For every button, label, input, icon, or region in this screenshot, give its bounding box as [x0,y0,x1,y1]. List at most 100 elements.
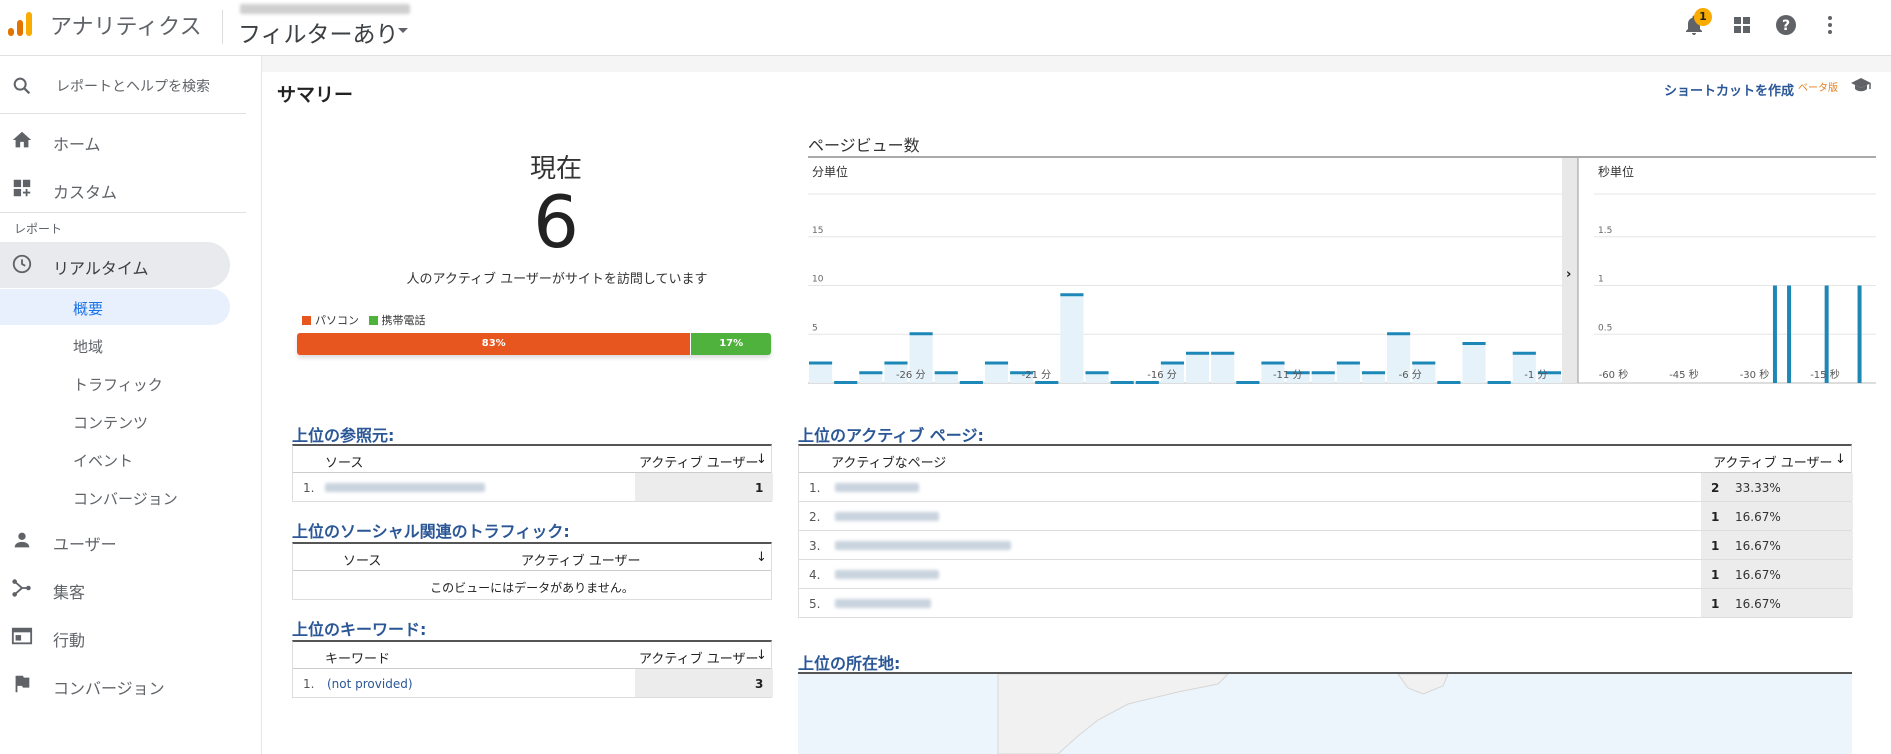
search-input[interactable]: レポートとヘルプを検索 [56,76,210,96]
row-number: 1. [809,481,821,495]
bar-top [1311,371,1335,375]
bar-fill [1311,373,1335,383]
sidebar-subitem-traffic[interactable]: トラフィック [0,365,230,401]
x-tick-label: -1 分 [1524,369,1547,381]
active-users-count: 6 [533,180,579,264]
sidebar-item-behavior[interactable]: 行動 [0,614,246,658]
page-path-blurred[interactable] [835,512,939,521]
row-number: 5. [809,597,821,611]
device-segment-mobile: 17% [690,333,771,355]
sidebar-subitem-events[interactable]: イベント [0,441,230,477]
top-social-title: 上位のソーシャル関連のトラフィック: [292,522,570,541]
apps-grid-icon[interactable] [1730,13,1754,37]
legend-swatch [302,316,311,325]
table-row[interactable]: 1. (not provided) 3 [293,669,773,698]
bar-top [884,361,908,365]
chart-subtitle-minutes: 分単位 [812,164,848,179]
map-land-shape [997,673,1449,754]
col-active-users[interactable]: アクティブ ユーザー [1713,452,1832,471]
row-number: 1. [303,677,315,691]
table-row[interactable]: 2. 1 16.67% [799,502,1853,531]
search-icon [13,77,31,95]
sidebar-item-label: 行動 [53,631,86,650]
view-selector[interactable]: フィルターあり [238,15,399,49]
table-row: このビューにはデータがありません。 [293,571,771,600]
more-vert-icon[interactable] [1818,13,1842,37]
sidebar-subitem-overview[interactable]: 概要 [0,289,230,325]
bar-top [1110,381,1134,384]
bar [1772,285,1777,383]
sidebar-subitem-label: トラフィック [73,376,163,394]
sidebar-item-acquisition[interactable]: 集客 [0,566,246,610]
sort-arrow-icon[interactable]: ↓ [756,452,767,467]
table-row[interactable]: 1. 1 [293,473,773,502]
bar-top [1437,381,1461,384]
y-tick-label: 1 [1598,275,1604,285]
sidebar-item-users[interactable]: ユーザー [0,518,246,562]
table-row[interactable]: 5. 1 16.67% [799,589,1853,618]
legend-desktop: パソコン [302,312,359,328]
help-icon[interactable]: ? [1774,13,1798,37]
page-path-blurred[interactable] [835,570,939,579]
create-shortcut-link[interactable]: ショートカットを作成 [1664,80,1794,99]
sort-arrow-icon[interactable]: ↓ [756,648,767,663]
sidebar-item-conversion[interactable]: コンバージョン [0,662,246,706]
sidebar-subitem-content[interactable]: コンテンツ [0,403,230,439]
sidebar-item-label: ユーザー [53,535,117,554]
row-value: 1 [1711,539,1720,553]
main-content: サマリー ショートカットを作成 ベータ版 現在 6 人のアクティブ ユーザーがサ… [262,56,1891,754]
referrer-source-blurred[interactable] [325,483,485,492]
sidebar-item-realtime[interactable]: リアルタイム [0,242,230,288]
sidebar-item-home[interactable]: ホーム [0,118,246,162]
col-active-users[interactable]: アクティブ ユーザー [639,648,758,667]
table-row[interactable]: 1. 2 33.33% [799,473,1853,502]
keyword-link[interactable]: (not provided) [327,677,413,691]
col-source: ソース [325,456,364,471]
bar-top [984,361,1009,365]
row-value: 1 [1711,510,1720,524]
search-bar[interactable]: レポートとヘルプを検索 [0,56,246,114]
bar-fill [1186,353,1210,383]
account-name-blurred[interactable] [240,4,410,14]
active-users-caption: 人のアクティブ ユーザーがサイトを訪問しています [406,272,708,287]
referrers-table: ソース アクティブ ユーザー ↓ 1. 1 [292,444,773,502]
sort-arrow-icon[interactable]: ↓ [1835,452,1846,467]
analytics-logo-icon[interactable] [6,10,34,38]
x-tick-label: -15 秒 [1810,368,1840,381]
page-path-blurred[interactable] [835,541,1011,550]
row-value: 2 [1711,481,1720,495]
clock-icon [12,254,32,274]
bar-top [809,361,833,365]
table-header: ソース アクティブ ユーザー ↓ [293,446,771,473]
notification-badge[interactable]: 1 [1694,8,1712,26]
chevron-right-icon[interactable]: › [1566,267,1571,282]
legend-swatch [368,316,378,325]
col-active-users[interactable]: アクティブ ユーザー [639,452,758,471]
table-row[interactable]: 4. 1 16.67% [799,560,1853,589]
bar-top [909,332,933,336]
x-tick-label: -30 秒 [1740,368,1770,381]
beta-badge: ベータ版 [1798,83,1838,94]
graduation-cap-icon[interactable] [1850,76,1872,94]
top-keywords-title: 上位のキーワード: [292,620,427,639]
bar-top [1211,351,1235,355]
caret-down-icon[interactable] [398,28,408,33]
sidebar-subitem-conversions[interactable]: コンバージョン [0,479,230,515]
sidebar-item-custom[interactable]: カスタム [0,166,246,210]
device-segment-desktop: 83% [297,333,691,355]
bar-top [1462,342,1486,345]
app-name: アナリティクス [50,15,202,40]
sort-arrow-icon[interactable]: ↓ [756,550,767,565]
table-row[interactable]: 3. 1 16.67% [799,531,1853,560]
page-path-blurred[interactable] [835,599,931,608]
col-active-users[interactable]: アクティブ ユーザー [521,550,640,569]
bar-top [1160,361,1184,365]
locations-map[interactable] [798,672,1852,754]
page-path-blurred[interactable] [835,483,919,492]
bar-top [1336,361,1360,365]
row-number: 2. [809,510,821,524]
keywords-table: キーワード アクティブ ユーザー ↓ 1. (not provided) 3 [292,640,773,698]
sidebar-subitem-locations[interactable]: 地域 [0,327,230,363]
bar-top [959,381,983,384]
x-tick-label: -21 分 [1022,369,1052,381]
